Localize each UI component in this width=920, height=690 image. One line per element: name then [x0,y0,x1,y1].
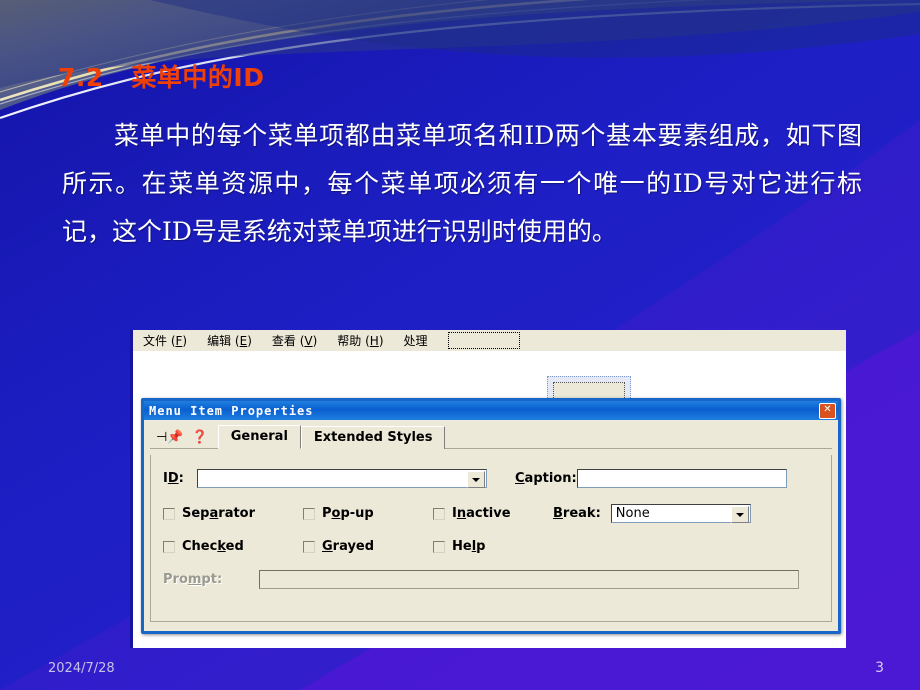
break-combobox-value: None [615,506,650,521]
footer-date: 2024/7/28 [48,661,115,676]
checkbox-checked-box[interactable] [163,540,175,553]
menu-item-help[interactable]: 帮助 (H) [337,332,383,349]
caption-label: Caption: [515,471,577,486]
checkbox-popup-box[interactable] [303,507,315,520]
checkbox-popup[interactable]: Pop-up [303,506,433,521]
presentation-slide: 7.2 菜单中的ID 菜单中的每个菜单项都由菜单项名和ID两个基本要素组成，如下… [0,0,920,690]
prompt-row: Prompt: [163,570,819,589]
slide-title: 7.2 菜单中的ID [58,63,265,92]
dialog-body: ⊣📌 ❓ General Extended Styles ID: Caption… [144,420,838,631]
dialog-title: Menu Item Properties [149,403,314,418]
checkbox-checked-label: Checked [182,539,244,554]
dialog-title-bar[interactable]: Menu Item Properties ✕ [144,401,838,420]
pushpin-icon[interactable]: ⊣📌 [156,429,184,445]
menu-item-edit[interactable]: 编辑 (E) [207,332,252,349]
prompt-input [259,570,799,589]
checkbox-popup-label: Pop-up [322,506,374,521]
dialog-toolbar-icons: ⊣📌 ❓ [152,429,218,448]
checkbox-separator[interactable]: Separator [163,506,303,521]
checkbox-inactive-box[interactable] [433,507,445,520]
checkbox-help-box[interactable] [433,540,445,553]
dialog-tab-strip: ⊣📌 ❓ General Extended Styles [150,424,832,449]
checkbox-checked[interactable]: Checked [163,539,303,554]
menu-item-properties-dialog: Menu Item Properties ✕ ⊣📌 ❓ General Exte… [141,398,841,634]
id-label: ID: [163,471,184,486]
slide-body-text: 菜单中的每个菜单项都由菜单项名和ID两个基本要素组成，如下图所示。在菜单资源中，… [62,121,862,246]
app-client-area [133,352,846,412]
checkbox-grayed[interactable]: Grayed [303,539,433,554]
embedded-screenshot-image: 文件 (F) 编辑 (E) 查看 (V) 帮助 (H) 处理 Menu Item… [130,330,846,648]
prompt-label: Prompt: [163,572,223,587]
footer-page-number: 3 [875,660,884,676]
checkbox-help-label: Help [452,539,486,554]
app-menu-bar: 文件 (F) 编辑 (E) 查看 (V) 帮助 (H) 处理 [133,330,846,352]
chevron-down-icon[interactable] [467,471,485,488]
options-row-2: Checked Grayed Help [163,539,819,554]
question-mark-icon[interactable]: ❓ [192,429,208,445]
checkbox-separator-box[interactable] [163,507,175,520]
break-combobox[interactable]: None [610,504,751,523]
chevron-down-icon[interactable] [730,506,749,523]
tab-general[interactable]: General [217,425,301,449]
checkbox-grayed-label: Grayed [322,539,375,554]
menu-item-process[interactable]: 处理 [404,332,428,349]
id-caption-row: ID: Caption: [163,469,819,488]
id-combobox[interactable] [197,469,487,488]
options-row-1: Separator Pop-up Inactive Break: None [163,504,819,523]
checkbox-separator-label: Separator [182,506,256,521]
checkbox-grayed-box[interactable] [303,540,315,553]
new-menu-item-placeholder[interactable] [447,332,520,349]
caption-input[interactable] [577,469,787,488]
checkbox-help[interactable]: Help [433,539,553,554]
close-icon[interactable]: ✕ [819,402,836,419]
break-label: Break: [553,506,601,521]
menu-item-view[interactable]: 查看 (V) [272,332,317,349]
checkbox-inactive-label: Inactive [452,506,511,521]
tab-extended-styles[interactable]: Extended Styles [300,426,446,449]
dialog-general-pane: ID: Caption: Separator Pop-up Inactive B… [150,455,832,622]
checkbox-inactive[interactable]: Inactive [433,506,553,521]
menu-item-file[interactable]: 文件 (F) [143,332,187,349]
